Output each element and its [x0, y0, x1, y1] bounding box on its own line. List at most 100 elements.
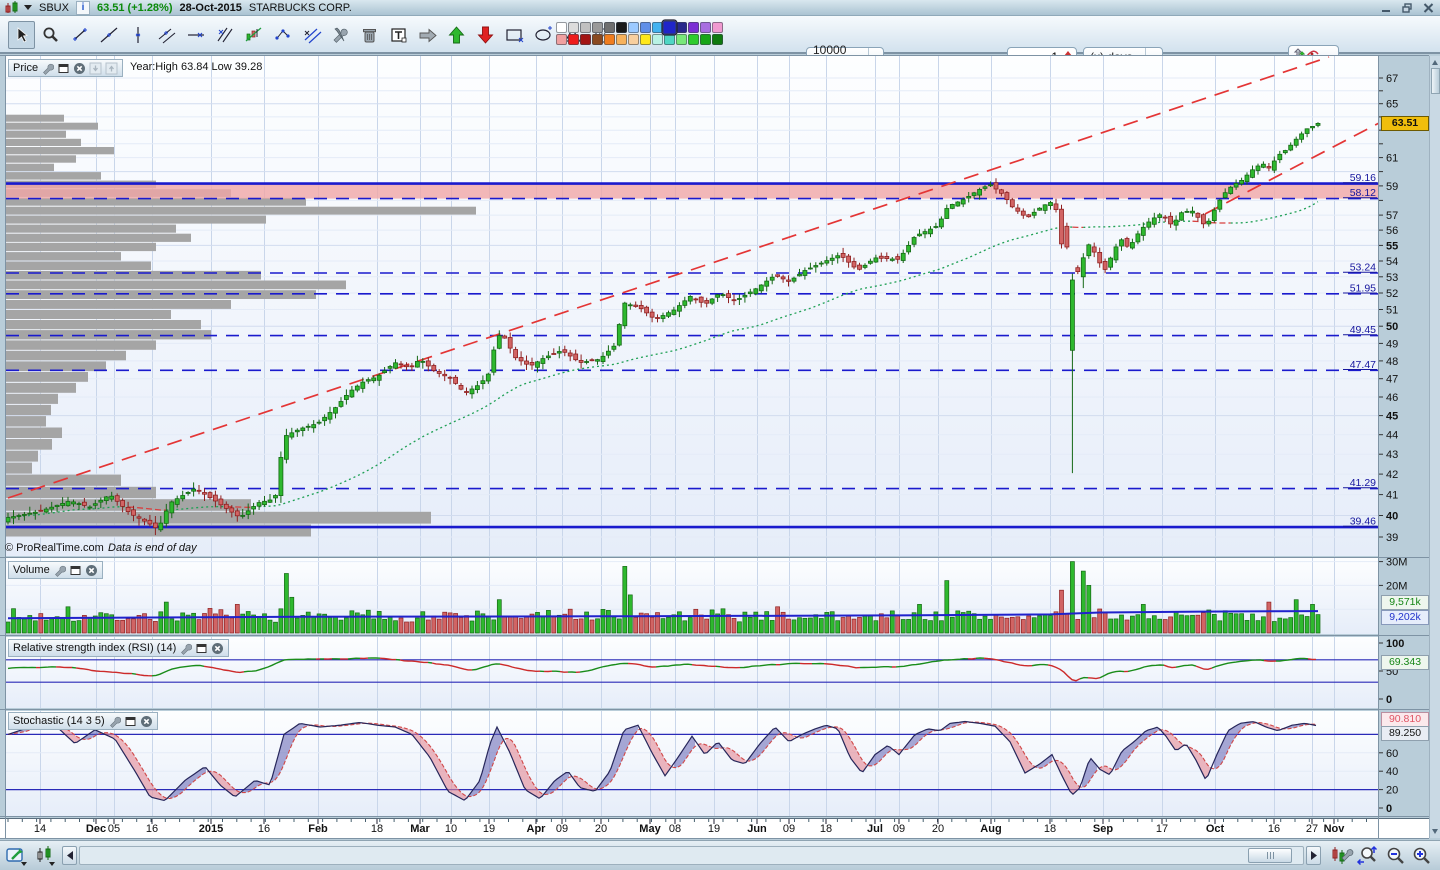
- rsi-settings-wrench-icon[interactable]: [179, 642, 193, 655]
- zoom-fit-icon[interactable]: [1356, 844, 1380, 868]
- svg-text:09: 09: [783, 823, 795, 835]
- display-settings-icon[interactable]: [1330, 844, 1354, 868]
- color-swatch-0-9[interactable]: [661, 19, 678, 36]
- svg-text:61: 61: [1386, 153, 1398, 165]
- volume-panel-label: Volume: [13, 564, 50, 576]
- svg-text:47: 47: [1386, 374, 1398, 386]
- svg-text:50: 50: [1386, 321, 1398, 333]
- svg-text:Aug: Aug: [980, 823, 1001, 835]
- vertical-scroll-thumb[interactable]: [1431, 68, 1440, 94]
- svg-text:20: 20: [932, 823, 944, 835]
- svg-text:40: 40: [1386, 511, 1398, 523]
- price-settings-wrench-icon[interactable]: [41, 62, 55, 75]
- rsi-close-icon[interactable]: [211, 642, 224, 655]
- export-chart-icon[interactable]: [6, 844, 30, 868]
- horizontal-scrollbar[interactable]: [79, 846, 1304, 865]
- svg-text:59: 59: [1386, 181, 1398, 193]
- svg-text:19: 19: [708, 823, 720, 835]
- svg-text:56: 56: [1386, 225, 1398, 237]
- svg-text:05: 05: [108, 823, 120, 835]
- svg-text:42: 42: [1386, 469, 1398, 481]
- price-year-range: Year:High 63.84 Low 39.28: [130, 61, 263, 73]
- svg-text:Sep: Sep: [1093, 823, 1113, 835]
- rsi-panel-label: Relative strength index (RSI) (14): [13, 642, 177, 654]
- price-close-icon[interactable]: [73, 62, 86, 75]
- svg-text:53: 53: [1386, 272, 1398, 284]
- svg-text:43: 43: [1386, 449, 1398, 461]
- svg-text:45: 45: [1386, 411, 1398, 423]
- svg-text:48: 48: [1386, 356, 1398, 368]
- scroll-down-icon[interactable]: [1432, 829, 1438, 834]
- rsi-window-icon[interactable]: [195, 642, 208, 655]
- svg-text:16: 16: [258, 823, 270, 835]
- svg-text:18: 18: [1044, 823, 1056, 835]
- svg-text:55: 55: [1386, 240, 1398, 252]
- stochastic-d-box: 90.810: [1381, 712, 1429, 727]
- svg-text:20: 20: [595, 823, 607, 835]
- price-axis[interactable]: 67 65 61 59 57 56 55 54 53 52 51 50 49 48 47 46 45 44 43 42…: [1378, 73, 1398, 544]
- svg-text:Jul: Jul: [867, 823, 883, 835]
- svg-text:39: 39: [1386, 532, 1398, 544]
- vertical-scrollbar[interactable]: [1429, 56, 1440, 838]
- price-window-icon[interactable]: [57, 62, 70, 75]
- svg-text:16: 16: [1268, 823, 1280, 835]
- volume-panel-header: Volume: [8, 561, 103, 579]
- zoom-in-icon[interactable]: [1410, 844, 1434, 868]
- prorealtime-window: SBUX i 63.51 (+1.28%) 28-Oct-2015 STARBU…: [0, 0, 1440, 870]
- rsi-axis[interactable]: 100500: [1378, 638, 1404, 706]
- last-price-axis-box: 63.51: [1381, 116, 1429, 131]
- stochastic-axis[interactable]: 60 40 20 0: [1378, 748, 1398, 815]
- svg-text:60: 60: [1386, 748, 1398, 760]
- volume-current-box: 9,571k: [1381, 595, 1429, 610]
- svg-text:16: 16: [146, 823, 158, 835]
- svg-text:57: 57: [1386, 210, 1398, 222]
- rsi-value-box: 69.343: [1381, 655, 1429, 670]
- svg-text:Jun: Jun: [747, 823, 767, 835]
- stochastic-close-icon[interactable]: [140, 715, 153, 728]
- stochastic-window-icon[interactable]: [124, 715, 137, 728]
- svg-text:0: 0: [1386, 694, 1392, 706]
- svg-text:17: 17: [1156, 823, 1168, 835]
- svg-text:08: 08: [669, 823, 681, 835]
- svg-text:Apr: Apr: [527, 823, 547, 835]
- svg-text:19: 19: [483, 823, 495, 835]
- price-move-up-icon[interactable]: [105, 62, 118, 75]
- svg-text:Feb: Feb: [308, 823, 328, 835]
- svg-text:44: 44: [1386, 430, 1398, 442]
- svg-text:49: 49: [1386, 338, 1398, 350]
- svg-text:Mar: Mar: [410, 823, 430, 835]
- copyright-label: © ProRealTime.com: [5, 542, 104, 554]
- horizontal-scroll-thumb[interactable]: [1248, 848, 1292, 863]
- rsi-panel-header: Relative strength index (RSI) (14): [8, 639, 230, 657]
- instrument-list-icon[interactable]: [34, 844, 58, 868]
- svg-text:41: 41: [1386, 490, 1398, 502]
- svg-text:14: 14: [34, 823, 46, 835]
- volume-close-icon[interactable]: [85, 564, 98, 577]
- scroll-right-button[interactable]: [1306, 846, 1321, 865]
- svg-text:18: 18: [820, 823, 832, 835]
- status-bar: [0, 840, 1440, 870]
- volume-window-icon[interactable]: [69, 564, 82, 577]
- stochastic-panel-header: Stochastic (14 3 5): [8, 712, 158, 730]
- stochastic-settings-wrench-icon[interactable]: [108, 715, 121, 728]
- svg-text:0: 0: [1386, 803, 1392, 815]
- stochastic-panel-label: Stochastic (14 3 5): [13, 715, 105, 727]
- data-note-label: Data is end of day: [108, 542, 197, 554]
- svg-text:18: 18: [371, 823, 383, 835]
- price-move-down-icon[interactable]: [89, 62, 102, 75]
- scroll-left-button[interactable]: [62, 846, 77, 865]
- svg-text:27: 27: [1306, 823, 1318, 835]
- svg-text:52: 52: [1386, 288, 1398, 300]
- svg-text:20M: 20M: [1386, 580, 1407, 592]
- scroll-up-icon[interactable]: [1432, 60, 1438, 65]
- volume-axis[interactable]: 30M 20M: [1378, 557, 1407, 593]
- price-panel-label: Price: [13, 62, 39, 74]
- volume-settings-wrench-icon[interactable]: [53, 564, 66, 577]
- svg-text:46: 46: [1386, 392, 1398, 404]
- svg-text:30M: 30M: [1386, 557, 1407, 569]
- chart-canvas[interactable]: 59.1658.1253.2451.9549.4547.4741.2939.46…: [0, 0, 1440, 870]
- svg-text:09: 09: [893, 823, 905, 835]
- zoom-out-icon[interactable]: [1384, 844, 1408, 868]
- svg-text:100: 100: [1386, 638, 1404, 650]
- time-axis[interactable]: 14 Dec 05 16 2015 16 Feb 18 Mar 10 19 Apr 09 20 May 08 1…: [0, 818, 1429, 839]
